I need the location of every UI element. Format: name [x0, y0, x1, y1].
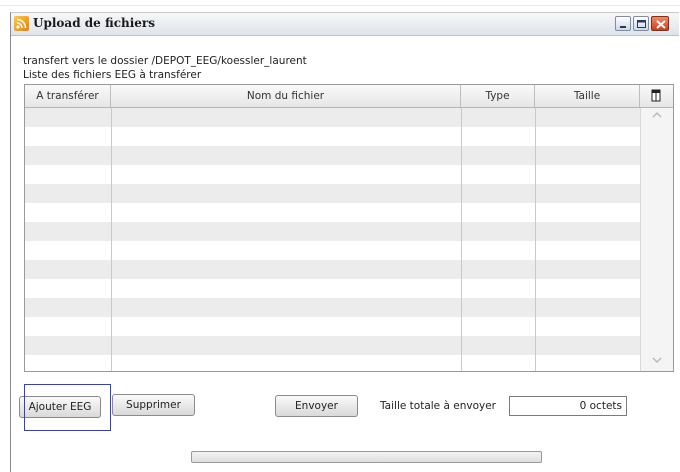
- rss-feed-icon: [14, 16, 29, 31]
- column-chooser-button[interactable]: [640, 85, 673, 107]
- chevron-up-icon[interactable]: [651, 111, 663, 119]
- table-header: A transférer Nom du fichier Type Taille: [25, 85, 673, 108]
- upload-window: Upload de fichiers transfert vers le dos…: [10, 12, 679, 472]
- file-list-title: Liste des fichiers EEG à transférer: [23, 69, 202, 81]
- upload-progress-bar: [191, 451, 542, 463]
- file-table: A transférer Nom du fichier Type Taille: [24, 84, 674, 372]
- title-bar[interactable]: Upload de fichiers: [11, 13, 679, 36]
- column-divider: [461, 108, 462, 371]
- minimize-icon: [620, 26, 626, 28]
- table-row[interactable]: [25, 165, 640, 184]
- chevron-down-icon[interactable]: [651, 356, 663, 364]
- top-divider: [0, 5, 680, 6]
- table-row[interactable]: [25, 127, 640, 146]
- close-button[interactable]: [651, 16, 669, 31]
- column-header-filename[interactable]: Nom du fichier: [111, 85, 461, 107]
- table-row[interactable]: [25, 298, 640, 317]
- column-chooser-icon: [651, 89, 661, 102]
- column-divider: [535, 108, 536, 371]
- maximize-button[interactable]: [633, 16, 649, 31]
- vertical-scrollbar[interactable]: [640, 108, 673, 371]
- delete-button[interactable]: Supprimer: [112, 394, 195, 416]
- minimize-button[interactable]: [615, 16, 631, 31]
- close-icon: [656, 20, 666, 29]
- table-row[interactable]: [25, 355, 640, 371]
- focus-highlight: [24, 384, 111, 431]
- column-header-size[interactable]: Taille: [535, 85, 640, 107]
- column-header-to-transfer[interactable]: A transférer: [25, 85, 111, 107]
- table-row[interactable]: [25, 279, 640, 298]
- total-size-field: 0 octets: [509, 396, 627, 416]
- window-title: Upload de fichiers: [33, 16, 155, 30]
- total-size-label: Taille totale à envoyer: [380, 400, 496, 412]
- column-header-type[interactable]: Type: [461, 85, 535, 107]
- column-divider: [111, 108, 112, 371]
- maximize-icon: [637, 20, 646, 28]
- table-row[interactable]: [25, 336, 640, 355]
- table-row[interactable]: [25, 222, 640, 241]
- table-row[interactable]: [25, 260, 640, 279]
- send-button[interactable]: Envoyer: [275, 395, 358, 417]
- table-row[interactable]: [25, 108, 640, 127]
- table-body[interactable]: [25, 108, 640, 371]
- table-row[interactable]: [25, 317, 640, 336]
- table-row[interactable]: [25, 146, 640, 165]
- table-row[interactable]: [25, 203, 640, 222]
- table-row[interactable]: [25, 241, 640, 260]
- destination-path-text: transfert vers le dossier /DEPOT_EEG/koe…: [23, 55, 307, 67]
- table-row[interactable]: [25, 184, 640, 203]
